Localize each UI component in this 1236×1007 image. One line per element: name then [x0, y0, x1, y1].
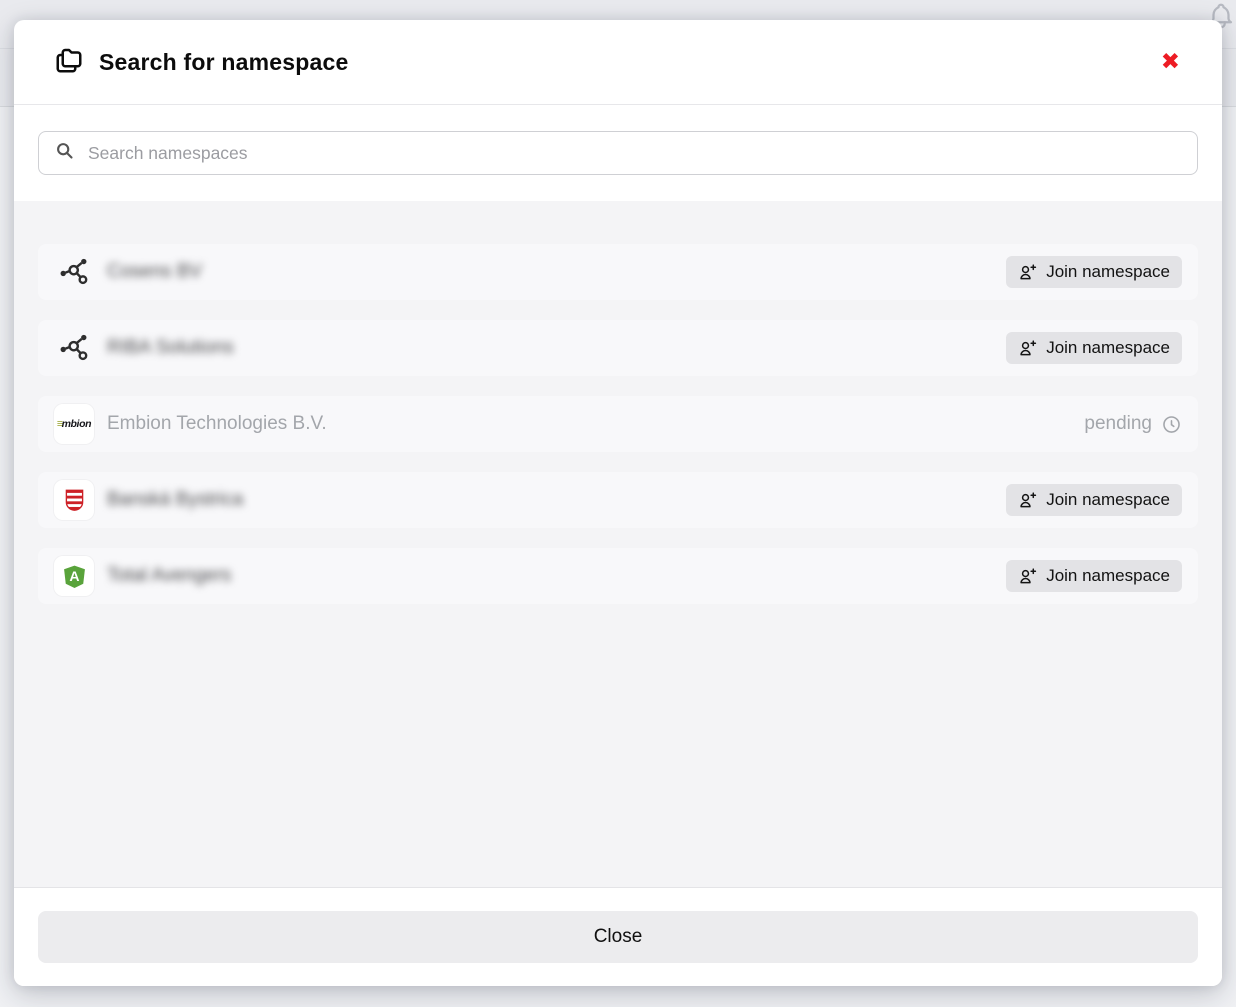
- join-namespace-label: Join namespace: [1046, 262, 1170, 282]
- join-namespace-button[interactable]: Join namespace: [1006, 484, 1182, 516]
- pending-label: pending: [1084, 413, 1152, 435]
- network-icon: [54, 252, 94, 292]
- row-actions: Join namespace: [1006, 560, 1182, 592]
- search-box: [38, 131, 1198, 175]
- join-namespace-button[interactable]: Join namespace: [1006, 560, 1182, 592]
- angular-logo: A: [54, 556, 94, 596]
- join-namespace-button[interactable]: Join namespace: [1006, 332, 1182, 364]
- row-actions: Join namespace: [1006, 256, 1182, 288]
- namespace-name: Banská Bystrica: [107, 489, 243, 511]
- namespace-row: Cosens BV Join namespace: [38, 244, 1198, 300]
- close-button[interactable]: Close: [38, 911, 1198, 963]
- namespace-row: RIBA Solutions Join namespace: [38, 320, 1198, 376]
- search-namespace-modal: Search for namespace ✖ Cosens BV Join na…: [14, 20, 1222, 986]
- row-actions: Join namespace: [1006, 484, 1182, 516]
- shield-logo: [54, 480, 94, 520]
- namespace-name: Cosens BV: [107, 261, 202, 283]
- namespace-name: Total Avengers: [107, 565, 231, 587]
- pending-status: pending: [1084, 413, 1182, 435]
- row-actions: Join namespace: [1006, 332, 1182, 364]
- join-namespace-label: Join namespace: [1046, 338, 1170, 358]
- namespace-row: Banská Bystrica Join namespace: [38, 472, 1198, 528]
- join-namespace-label: Join namespace: [1046, 490, 1170, 510]
- join-namespace-button[interactable]: Join namespace: [1006, 256, 1182, 288]
- modal-title: Search for namespace: [99, 49, 348, 76]
- network-icon: [54, 328, 94, 368]
- namespace-list: Cosens BV Join namespace RIBA Solutions …: [14, 201, 1222, 887]
- namespace-name: RIBA Solutions: [107, 337, 234, 359]
- svg-text:A: A: [69, 568, 79, 584]
- row-actions: pending: [1084, 413, 1182, 435]
- modal-footer: Close: [14, 887, 1222, 986]
- namespace-row: A Total Avengers Join namespace: [38, 548, 1198, 604]
- embion-logo-text: ≡mbion: [57, 418, 91, 430]
- search-section: [14, 105, 1222, 201]
- modal-header: Search for namespace ✖: [14, 20, 1222, 105]
- close-modal-button[interactable]: ✖: [1157, 47, 1184, 78]
- namespace-row: ≡mbion Embion Technologies B.V. pending: [38, 396, 1198, 452]
- folders-icon: [54, 45, 84, 80]
- namespace-name: Embion Technologies B.V.: [107, 413, 327, 435]
- search-input[interactable]: [86, 142, 1182, 165]
- search-icon: [54, 140, 75, 166]
- embion-logo: ≡mbion: [54, 404, 94, 444]
- join-namespace-label: Join namespace: [1046, 566, 1170, 586]
